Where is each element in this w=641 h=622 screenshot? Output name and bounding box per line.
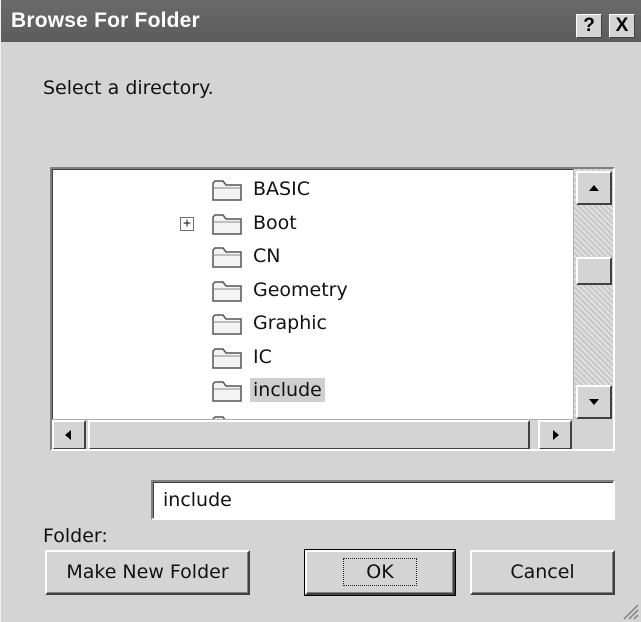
title-bar[interactable]: Browse For Folder ? X <box>1 0 641 42</box>
scroll-right-button[interactable] <box>538 420 572 449</box>
scroll-up-button[interactable] <box>576 171 612 205</box>
folder-input[interactable] <box>151 480 615 520</box>
ok-button[interactable]: OK <box>304 549 456 596</box>
horizontal-scrollbar[interactable] <box>52 419 573 449</box>
make-new-folder-label: Make New Folder <box>66 561 229 583</box>
folder-icon <box>212 213 242 235</box>
folder-label: Folder: <box>43 525 108 547</box>
tree-row[interactable]: BASIC <box>52 174 572 208</box>
scroll-down-button[interactable] <box>576 385 612 419</box>
cancel-button[interactable]: Cancel <box>470 550 615 595</box>
vertical-scrollbar[interactable] <box>573 169 613 421</box>
tree-row[interactable]: Geometry <box>52 275 572 309</box>
resize-grip-icon[interactable] <box>619 600 639 620</box>
folder-icon <box>212 314 242 335</box>
tree-item-label[interactable]: Graphic <box>250 311 330 335</box>
cancel-label: Cancel <box>510 561 575 583</box>
help-button[interactable]: ? <box>576 14 602 38</box>
ok-label: OK <box>343 558 417 586</box>
tree-row[interactable]: CN <box>52 241 572 275</box>
folder-icon <box>212 247 242 268</box>
tree-item-label[interactable]: IC <box>250 345 275 369</box>
tree-row[interactable]: IC <box>52 342 572 376</box>
scroll-corner <box>573 419 613 449</box>
arrow-down-icon <box>589 399 599 405</box>
expand-toggle[interactable]: + <box>180 216 194 231</box>
vertical-scroll-thumb[interactable] <box>576 257 612 285</box>
tree-item-label[interactable]: Geometry <box>250 278 351 302</box>
tree-item-label[interactable]: Boot <box>250 211 300 235</box>
scroll-left-button[interactable] <box>52 420 86 449</box>
folder-icon <box>212 347 242 369</box>
tree-row[interactable]: include <box>52 375 572 409</box>
tree-item-label[interactable]: include <box>250 378 325 402</box>
close-button[interactable]: X <box>609 14 635 38</box>
browse-for-folder-dialog: Browse For Folder ? X Select a directory… <box>0 0 641 622</box>
folder-icon <box>212 381 242 402</box>
folder-icon <box>212 280 242 302</box>
tree-item-label[interactable]: CN <box>250 244 283 268</box>
arrow-right-icon <box>553 430 559 440</box>
folder-icon <box>212 180 242 201</box>
window-title: Browse For Folder <box>11 9 200 32</box>
make-new-folder-button[interactable]: Make New Folder <box>45 550 250 595</box>
folder-tree[interactable]: BASIC + Boot CN Geometry Graphic IC include <box>50 167 615 451</box>
arrow-left-icon <box>65 430 71 440</box>
tree-row[interactable]: Graphic <box>52 308 572 342</box>
prompt-text: Select a directory. <box>43 77 214 99</box>
tree-item-label[interactable]: BASIC <box>250 177 313 201</box>
horizontal-scroll-thumb[interactable] <box>88 420 530 449</box>
tree-row[interactable]: + Boot <box>52 208 572 242</box>
arrow-up-icon <box>589 185 599 191</box>
